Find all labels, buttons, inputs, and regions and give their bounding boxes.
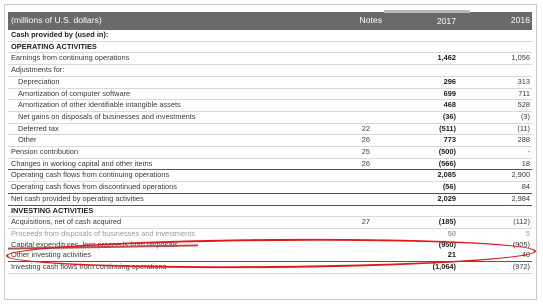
- row-label: Changes in working capital and other ite…: [11, 158, 153, 168]
- row-value-2016: [470, 205, 532, 217]
- row-value-2016: 2,984: [511, 193, 531, 203]
- row-label: Net cash provided by operating activitie…: [11, 193, 144, 203]
- row-value-2017: (36): [442, 111, 456, 121]
- row-label: Operating cash flows from discontinued o…: [11, 182, 177, 192]
- row-label: Depreciation: [18, 76, 60, 86]
- row-label: Cash provided by (used in):: [11, 30, 109, 39]
- row-value-2016: 5: [525, 228, 530, 238]
- row-value-2017: 2,085: [437, 170, 457, 180]
- row-label: Operating cash flows from continuing ope…: [11, 170, 170, 180]
- row-value-2017: [384, 41, 470, 53]
- table-header-row: (millions of U.S. dollars) Notes 2017 20…: [8, 10, 532, 30]
- row-value-2017: 2,029: [437, 193, 457, 203]
- row-value-2016: 2,900: [511, 170, 531, 180]
- row-notes: [308, 76, 384, 88]
- row-value-2017: (511): [439, 123, 456, 133]
- row-label: Amortization of other identifiable intan…: [18, 100, 181, 110]
- table-row: Net gains on disposals of businesses and…: [8, 111, 532, 124]
- row-notes: 22: [361, 123, 370, 133]
- row-value-2016: (972): [512, 262, 530, 272]
- row-value-2017: 699: [443, 88, 456, 98]
- row-notes: 26: [361, 158, 370, 168]
- row-label: Other: [18, 135, 37, 145]
- row-notes: 25: [361, 147, 370, 157]
- row-value-2016: [470, 30, 532, 41]
- row-notes: [308, 41, 384, 53]
- row-notes: [308, 205, 384, 217]
- row-value-2016: 84: [521, 182, 530, 192]
- table-row: Pension contribution 25 (500) -: [8, 147, 532, 159]
- row-value-2017: [384, 65, 470, 77]
- notes-header: Notes: [308, 11, 384, 30]
- row-value-2017: (185): [438, 217, 456, 227]
- table-row: Operating cash flows from continuing ope…: [8, 170, 532, 182]
- row-notes: [308, 100, 384, 112]
- row-value-2016: 313: [517, 76, 530, 86]
- table-row: Operating cash flows from discontinued o…: [8, 182, 532, 194]
- row-value-2016: [470, 41, 532, 53]
- row-value-2017: [384, 30, 470, 41]
- row-label: Adjustments for:: [11, 65, 65, 75]
- row-value-2016: 1,056: [511, 53, 531, 63]
- table-row: Amortization of other identifiable intan…: [8, 100, 532, 112]
- row-value-2017: 773: [443, 135, 456, 145]
- row-notes: [308, 182, 384, 194]
- year-2017-header: 2017: [384, 10, 470, 30]
- row-label: Pension contribution: [11, 147, 78, 157]
- row-value-2017: (56): [442, 182, 456, 192]
- table-row: Depreciation 296 313: [8, 76, 532, 89]
- row-label: Net gains on disposals of businesses and…: [18, 111, 196, 121]
- row-notes: [308, 111, 384, 123]
- units-header: (millions of U.S. dollars): [8, 11, 308, 30]
- row-value-2017: 468: [443, 100, 456, 110]
- row-value-2016: 711: [518, 88, 530, 98]
- table-row: Amortization of computer software 699 71…: [8, 88, 532, 100]
- table-row: Net cash provided by operating activitie…: [8, 193, 532, 206]
- row-notes: [308, 65, 384, 77]
- section-heading-row: INVESTING ACTIVITIES: [8, 205, 532, 217]
- row-notes: 26: [361, 135, 370, 145]
- row-value-2017: 1,462: [437, 53, 457, 63]
- row-label: OPERATING ACTIVITIES: [11, 41, 97, 51]
- row-notes: [308, 53, 384, 65]
- row-value-2017: (500): [438, 147, 456, 157]
- row-label: Deferred tax: [18, 123, 59, 133]
- table-row: Changes in working capital and other ite…: [8, 158, 532, 170]
- row-value-2016: 288: [517, 135, 530, 145]
- row-value-2017: [384, 205, 470, 217]
- row-label: INVESTING ACTIVITIES: [11, 205, 94, 215]
- table-row: Proceeds from disposals of businesses an…: [8, 228, 532, 239]
- row-label: Amortization of computer software: [18, 88, 131, 98]
- table-row: Cash provided by (used in):: [8, 30, 532, 42]
- row-value-2016: 18: [521, 158, 530, 168]
- row-value-2016: (3): [520, 111, 530, 121]
- row-label: Acquisitions, net of cash acquired: [11, 217, 122, 227]
- row-notes: 27: [361, 217, 370, 227]
- row-value-2016: 528: [517, 100, 530, 110]
- table-row: Deferred tax 22 (511) (11): [8, 123, 532, 135]
- row-notes: [308, 193, 384, 205]
- row-value-2017: (566): [438, 158, 456, 168]
- row-label: Earnings from continuing operations: [11, 53, 130, 63]
- table-row: Other 26 773 288: [8, 135, 532, 147]
- row-notes: [308, 170, 384, 182]
- section-heading-row: OPERATING ACTIVITIES: [8, 41, 532, 53]
- row-notes: [308, 30, 384, 41]
- table-row: Adjustments for:: [8, 65, 532, 77]
- cash-flow-statement-table: (millions of U.S. dollars) Notes 2017 20…: [8, 10, 532, 274]
- row-value-2016: -: [527, 147, 530, 157]
- row-value-2017: 296: [443, 76, 456, 86]
- row-value-2016: [470, 65, 532, 77]
- table-row: Earnings from continuing operations 1,46…: [8, 53, 532, 65]
- row-label: Proceeds from disposals of businesses an…: [11, 228, 196, 238]
- row-value-2017: 50: [447, 228, 456, 238]
- row-notes: [308, 88, 384, 100]
- row-value-2016: (112): [513, 217, 530, 227]
- row-value-2016: (11): [517, 123, 530, 133]
- year-2016-header: 2016: [470, 11, 532, 30]
- table-row: Acquisitions, net of cash acquired 27 (1…: [8, 217, 532, 229]
